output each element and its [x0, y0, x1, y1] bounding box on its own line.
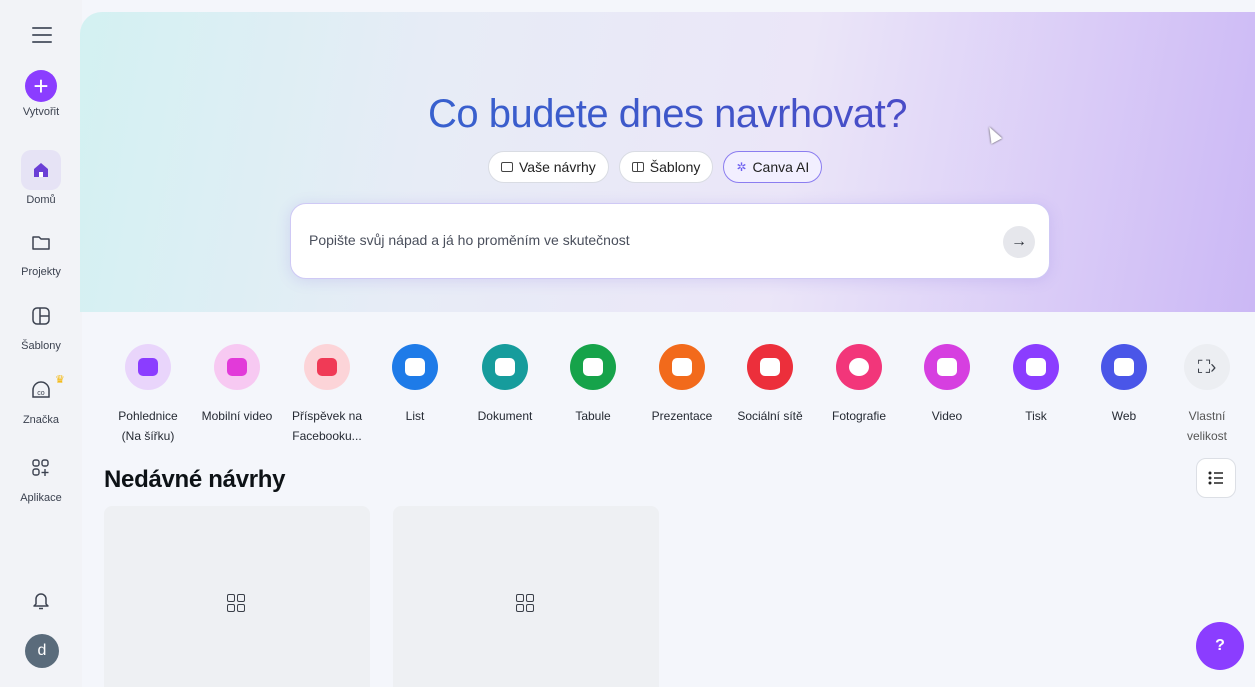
mobile-video-icon: [214, 344, 260, 390]
design-placeholder-icon: [227, 594, 245, 612]
category-label: Fotografie: [831, 409, 887, 423]
category-label: List: [405, 409, 425, 423]
tab-canva-ai[interactable]: ✲ Canva AI: [723, 151, 823, 183]
sidebar-item-label: Domů: [26, 194, 56, 206]
list-view-toggle[interactable]: [1196, 458, 1236, 498]
tab-label: Canva AI: [752, 159, 810, 175]
tab-your-designs[interactable]: Vaše návrhy: [488, 151, 609, 183]
hero-banner: Co budete dnes navrhovat? Vaše návrhy Ša…: [80, 12, 1255, 312]
folder-icon: [21, 222, 61, 262]
category-label: Vlastní: [1188, 409, 1226, 423]
category-label: Tisk: [1025, 409, 1047, 423]
recent-designs-heading: Nedávné návrhy: [104, 466, 286, 493]
category-social-media[interactable]: Sociální sítě: [730, 344, 810, 426]
tab-templates[interactable]: Šablony: [618, 151, 714, 183]
custom-size-icon: ⛶›: [1184, 344, 1230, 390]
list-icon: [1208, 471, 1223, 485]
category-label: Prezentace: [651, 409, 713, 423]
postcard-icon: [125, 344, 171, 390]
home-icon: [21, 150, 61, 190]
template-icon: [631, 162, 644, 172]
category-label: Příspěvek na: [291, 409, 363, 423]
category-photo[interactable]: Fotografie: [819, 344, 899, 426]
category-label-2: (Na šířku): [121, 429, 175, 443]
category-sheet[interactable]: List: [375, 344, 455, 426]
ai-prompt-box[interactable]: Popište svůj nápad a já ho proměním ve s…: [290, 203, 1050, 279]
sheet-icon: [392, 344, 438, 390]
social-media-icon: [747, 344, 793, 390]
category-video[interactable]: Video: [907, 344, 987, 426]
category-label-2: velikost: [1186, 429, 1227, 443]
search-input[interactable]: Popište svůj nápad a já ho proměním ve s…: [309, 232, 630, 248]
sidebar-item-home[interactable]: Domů: [0, 150, 82, 206]
apps-icon: [21, 448, 61, 488]
sidebar-item-projects[interactable]: Projekty: [0, 222, 82, 278]
category-custom-size[interactable]: ⛶› Vlastní velikost: [1172, 344, 1242, 446]
crown-icon: ♛: [55, 374, 65, 386]
sidebar-item-templates[interactable]: Šablony: [0, 296, 82, 352]
sidebar-item-label: Šablony: [21, 340, 61, 352]
category-label: Mobilní video: [201, 409, 273, 423]
category-mobile-video[interactable]: Mobilní video: [197, 344, 277, 426]
category-label: Web: [1111, 409, 1137, 423]
plus-icon: +: [25, 70, 57, 102]
design-placeholder-icon: [516, 594, 534, 612]
sidebar-item-create[interactable]: + Vytvořit: [0, 70, 82, 118]
bell-icon: [21, 580, 61, 620]
category-facebook-post[interactable]: Příspěvek na Facebooku...: [287, 344, 367, 446]
camera-icon: [836, 344, 882, 390]
category-document[interactable]: Dokument: [465, 344, 545, 426]
avatar[interactable]: d: [25, 634, 59, 668]
category-print[interactable]: Tisk: [996, 344, 1076, 426]
notifications-button[interactable]: [0, 580, 82, 620]
svg-text:co: co: [37, 390, 45, 397]
sparkle-icon: ✲: [736, 160, 747, 174]
category-web[interactable]: Web: [1084, 344, 1164, 426]
category-label: Pohlednice: [118, 409, 178, 423]
tab-label: Šablony: [649, 159, 701, 175]
sidebar-item-label: Projekty: [21, 266, 61, 278]
folder-icon: [501, 162, 513, 172]
recent-design-card[interactable]: [104, 506, 370, 687]
web-icon: [1101, 344, 1147, 390]
sidebar: + Vytvořit Domů Projekty Šablony co Znač…: [0, 0, 82, 687]
recent-design-card[interactable]: [393, 506, 659, 687]
video-icon: [924, 344, 970, 390]
page-title: Co budete dnes navrhovat?: [80, 92, 1255, 137]
sidebar-item-label: Aplikace: [20, 492, 62, 504]
category-label: Sociální sítě: [737, 409, 803, 423]
category-label: Tabule: [575, 409, 611, 423]
category-label-2: Facebooku...: [292, 429, 362, 443]
category-label: Dokument: [477, 409, 533, 423]
printer-icon: [1013, 344, 1059, 390]
presentation-icon: [659, 344, 705, 390]
facebook-post-icon: [304, 344, 350, 390]
category-label: Video: [931, 409, 963, 423]
template-icon: [21, 296, 61, 336]
hero-tabs: Vaše návrhy Šablony ✲ Canva AI: [488, 151, 823, 183]
help-button[interactable]: ?: [1196, 622, 1244, 670]
submit-arrow-button[interactable]: →: [1003, 226, 1035, 258]
tab-label: Vaše návrhy: [519, 159, 596, 175]
whiteboard-icon: [570, 344, 616, 390]
sidebar-item-label: Značka: [22, 414, 60, 426]
category-postcard[interactable]: Pohlednice (Na šířku): [108, 344, 188, 446]
sidebar-item-brand[interactable]: co Značka: [0, 370, 82, 426]
design-type-shortcuts: Pohlednice (Na šířku) Mobilní video Přísp…: [110, 344, 1255, 444]
category-whiteboard[interactable]: Tabule: [553, 344, 633, 426]
menu-icon[interactable]: [30, 24, 54, 46]
document-icon: [482, 344, 528, 390]
sidebar-item-apps[interactable]: Aplikace: [0, 448, 82, 504]
sidebar-item-label: Vytvořit: [22, 106, 60, 118]
category-presentation[interactable]: Prezentace: [642, 344, 722, 426]
